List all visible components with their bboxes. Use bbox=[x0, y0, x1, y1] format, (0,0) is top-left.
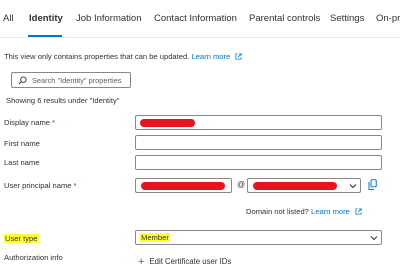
chevron-down-icon bbox=[370, 236, 378, 241]
redaction-mark bbox=[253, 182, 337, 190]
domain-learn-more-link[interactable]: Learn more bbox=[311, 207, 350, 216]
display-name-field[interactable] bbox=[135, 115, 382, 130]
tab-active-indicator bbox=[28, 35, 62, 37]
tab-bar: All Identity Job Information Contact Inf… bbox=[0, 0, 400, 38]
tab-contact-information[interactable]: Contact Information bbox=[154, 13, 237, 24]
upn-username-field[interactable] bbox=[135, 178, 232, 193]
edit-cert-label: Edit Certificate user IDs bbox=[149, 257, 232, 266]
last-name-field[interactable] bbox=[135, 155, 382, 170]
authorization-info-label: Authorization info bbox=[4, 253, 63, 262]
add-icon: + bbox=[138, 256, 145, 268]
display-name-label: Display name * bbox=[4, 118, 55, 127]
upn-at-sign: @ bbox=[237, 180, 246, 189]
redaction-mark bbox=[140, 119, 195, 127]
user-type-dropdown[interactable]: Member bbox=[135, 230, 382, 245]
upn-label-text: User principal name bbox=[4, 181, 72, 190]
last-name-label: Last name bbox=[4, 158, 40, 167]
info-line: This view only contains properties that … bbox=[4, 52, 242, 61]
search-icon bbox=[18, 76, 27, 85]
first-name-field[interactable] bbox=[135, 135, 382, 150]
upn-domain-dropdown[interactable] bbox=[247, 178, 361, 193]
search-input[interactable] bbox=[32, 74, 129, 86]
upn-label: User principal name * bbox=[4, 181, 77, 190]
external-link-icon bbox=[235, 53, 242, 60]
copy-icon[interactable] bbox=[368, 179, 377, 191]
property-search-box[interactable] bbox=[11, 72, 131, 88]
chevron-down-icon bbox=[349, 184, 357, 189]
first-name-label: First name bbox=[4, 139, 40, 148]
required-marker: * bbox=[73, 181, 77, 190]
edit-certificate-user-ids-button[interactable]: + Edit Certificate user IDs bbox=[138, 256, 231, 268]
redaction-mark bbox=[141, 182, 225, 190]
tab-on-premises[interactable]: On-pr bbox=[376, 13, 400, 24]
required-marker: * bbox=[52, 118, 55, 127]
external-link-icon bbox=[355, 208, 362, 215]
learn-more-link[interactable]: Learn more bbox=[191, 52, 230, 61]
tab-all[interactable]: All bbox=[3, 13, 14, 24]
domain-not-listed-note: Domain not listed? Learn more bbox=[246, 207, 362, 216]
user-type-label-text: User type bbox=[4, 234, 39, 243]
info-text: This view only contains properties that … bbox=[4, 52, 190, 61]
display-name-label-text: Display name bbox=[4, 118, 51, 127]
tab-identity[interactable]: Identity bbox=[29, 13, 63, 24]
domain-note-text: Domain not listed? bbox=[246, 207, 309, 216]
results-count: Showing 6 results under "Identity" bbox=[6, 96, 120, 105]
tab-parental-controls[interactable]: Parental controls bbox=[249, 13, 320, 24]
user-type-label: User type bbox=[4, 234, 39, 243]
tab-settings[interactable]: Settings bbox=[330, 13, 364, 24]
tab-job-information[interactable]: Job Information bbox=[76, 13, 141, 24]
user-type-value: Member bbox=[140, 233, 170, 242]
